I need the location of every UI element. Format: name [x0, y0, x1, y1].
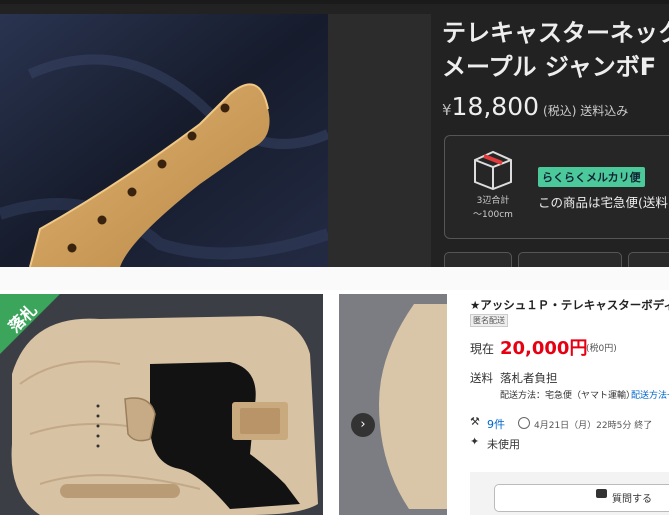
- share-button[interactable]: [628, 252, 669, 267]
- thumbnail-graphic: [339, 294, 447, 515]
- size-label: 3辺合計: [476, 196, 510, 206]
- photo-gutter: [328, 14, 431, 267]
- body-photo-graphic: [0, 294, 323, 515]
- shipping-value: 落札者負担: [500, 371, 558, 385]
- section-separator: [0, 267, 669, 290]
- end-time: 4月21日（月）22時5分 終了: [534, 421, 653, 431]
- current-price: 20,000円: [500, 338, 588, 359]
- shipping-method-link[interactable]: 配送方法一: [631, 388, 669, 401]
- shipping-box: 3辺合計 〜100cm らくらくメルカリ便 この商品は宅急便(送料: [444, 135, 669, 239]
- current-label: 現在: [470, 342, 495, 356]
- question-button-label: 質問する: [612, 494, 652, 505]
- mercari-price: ¥18,800 (税込) 送料込み: [442, 92, 628, 121]
- chat-icon: [596, 489, 607, 498]
- neck-photo-graphic: [0, 14, 328, 267]
- body-photo[interactable]: 落札: [0, 294, 323, 515]
- currency-symbol: ¥: [442, 101, 452, 119]
- bid-hammer-icon: ⚒: [470, 415, 480, 428]
- body-thumbnail[interactable]: [339, 294, 447, 515]
- next-image-arrow[interactable]: ›: [351, 413, 375, 437]
- size-info: 3辺合計 〜100cm: [463, 194, 523, 222]
- comment-button[interactable]: [518, 252, 622, 267]
- rakuraku-badge: らくらくメルカリ便: [538, 167, 645, 187]
- title-line-2: メープル ジャンボF: [442, 53, 657, 81]
- size-value: 〜100cm: [473, 210, 513, 220]
- like-button[interactable]: [444, 252, 512, 267]
- neck-photo[interactable]: [0, 14, 328, 267]
- price-amount: 18,800: [451, 92, 540, 121]
- title-line-1: テレキャスターネック: [442, 19, 669, 47]
- shipping-method: 配送方法：宅急便（ヤマト運輸）: [500, 391, 636, 401]
- clock-icon: [518, 417, 530, 429]
- bid-count[interactable]: 9件: [487, 416, 505, 432]
- package-icon: [471, 150, 515, 194]
- top-strip: [0, 0, 669, 4]
- mercari-listing: テレキャスターネック メープル ジャンボF ¥18,800 (税込) 送料込み 3…: [0, 0, 669, 267]
- tax-note: (税込) 送料込み: [543, 104, 629, 118]
- auction-title[interactable]: ★アッシュ１Ｐ・テレキャスターボディ: [470, 297, 669, 313]
- anonymous-shipping-badge: 匿名配送: [470, 314, 508, 327]
- price-tax-note: (税0円): [586, 344, 617, 354]
- sparkle-icon: ✦: [470, 435, 480, 448]
- shipping-method-text: この商品は宅急便(送料: [538, 195, 668, 210]
- item-condition: 未使用: [487, 438, 520, 451]
- shipping-label: 送料: [470, 371, 493, 385]
- mercari-item-title: テレキャスターネック メープル ジャンボF: [442, 16, 669, 84]
